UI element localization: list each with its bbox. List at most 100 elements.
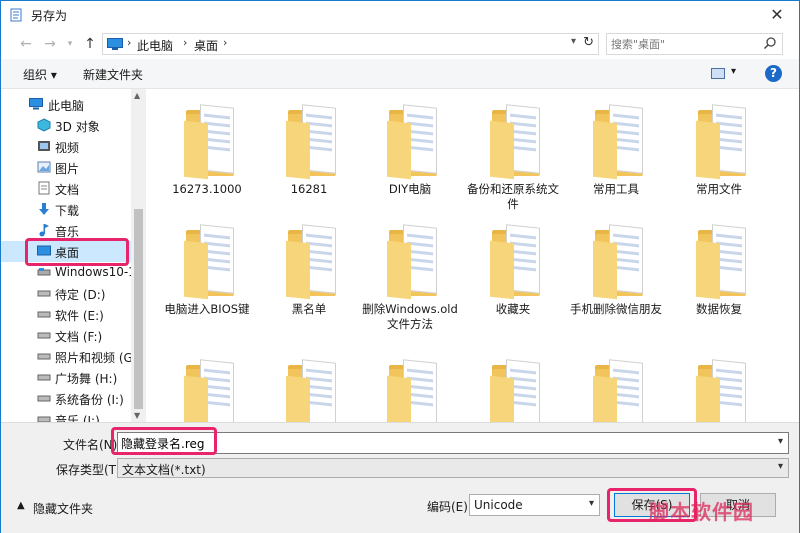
filetype-value: 文本文档(*.txt)	[122, 463, 206, 477]
folder-item[interactable]	[566, 349, 666, 422]
folder-icon	[182, 104, 238, 180]
hide-folders-label: 隐藏文件夹	[33, 502, 94, 516]
chevron-down-icon: ▾	[67, 39, 73, 49]
chevron-down-icon: ▾	[588, 498, 594, 509]
folder-item[interactable]: 电脑进入BIOS键	[157, 214, 257, 334]
nav-item-drive-i[interactable]: 系统备份 (I:)	[1, 388, 131, 409]
nav-scrollbar[interactable]: ▲ ▼	[131, 89, 146, 422]
view-options-icon[interactable]	[711, 68, 725, 79]
folder-item[interactable]	[669, 349, 769, 422]
filename-field[interactable]: ▾	[117, 432, 789, 454]
search-input[interactable]	[611, 36, 761, 52]
chevron-down-icon[interactable]: ▾	[778, 436, 783, 447]
folder-name: DIY电脑	[388, 182, 432, 196]
folder-item[interactable]: 常用工具	[566, 94, 666, 214]
new-folder-button[interactable]: 新建文件夹	[83, 66, 143, 83]
nav-item-documents[interactable]: 文档	[1, 178, 131, 199]
folder-name: 电脑进入BIOS键	[164, 302, 250, 316]
back-button[interactable]: ←	[17, 35, 35, 53]
folder-name: 备份和还原系统文件	[467, 182, 559, 211]
chevron-down-icon: ▾	[777, 461, 783, 472]
download-icon	[39, 203, 49, 215]
drive-icon	[37, 416, 51, 422]
nav-item-videos[interactable]: 视频	[1, 136, 131, 157]
nav-item-drive-d[interactable]: 待定 (D:)	[1, 283, 131, 304]
nav-item-label: 文档	[55, 183, 80, 197]
folder-item[interactable]: 手机删除微信朋友	[566, 214, 666, 334]
folder-item[interactable]: DIY电脑	[360, 94, 460, 214]
folder-icon	[182, 224, 238, 300]
folder-item[interactable]: 数据恢复	[669, 214, 769, 334]
address-bar[interactable]: › 此电脑 › 桌面 › ▾ ↻	[102, 33, 599, 55]
folder-item[interactable]: 收藏夹	[463, 214, 563, 334]
highlight-filename	[111, 427, 217, 455]
nav-item-downloads[interactable]: 下载	[1, 199, 131, 220]
nav-item-drive-e[interactable]: 软件 (E:)	[1, 304, 131, 325]
forward-button[interactable]: →	[41, 35, 59, 53]
scroll-down-icon[interactable]: ▼	[134, 411, 140, 420]
cube-icon	[37, 118, 51, 132]
folder-item[interactable]: 16281	[259, 94, 359, 214]
breadcrumb-this-pc[interactable]: 此电脑	[137, 37, 173, 54]
arrow-right-icon: →	[44, 36, 56, 52]
folder-item[interactable]	[157, 349, 257, 422]
drive-icon	[37, 268, 51, 276]
folder-item[interactable]: 常用文件	[669, 94, 769, 214]
folder-name: 16281	[290, 182, 328, 196]
encoding-label: 编码(E):	[427, 500, 472, 514]
view-dropdown-icon[interactable]: ▾	[731, 66, 736, 77]
filetype-select[interactable]: 文本文档(*.txt) ▾	[117, 458, 789, 478]
folder-item[interactable]	[463, 349, 563, 422]
folder-item[interactable]	[259, 349, 359, 422]
picture-icon	[37, 161, 51, 173]
folder-item[interactable]: 16273.1000	[157, 94, 257, 214]
folder-icon	[694, 224, 750, 300]
nav-item-pictures[interactable]: 图片	[1, 157, 131, 178]
nav-item-drive-j[interactable]: 音乐 (J:)	[1, 409, 131, 422]
folder-item[interactable]: 黑名单	[259, 214, 359, 334]
close-button[interactable]: ✕	[755, 1, 799, 29]
search-box[interactable]	[606, 33, 783, 55]
file-list: 16273.1000 16281 DIY电脑 备份和还原系统文件 常用工具 常用文件电脑进…	[149, 89, 799, 422]
breadcrumb-desktop[interactable]: 桌面	[194, 37, 218, 54]
up-button[interactable]: ↑	[81, 35, 99, 53]
folder-name: 删除Windows.old文件方法	[362, 302, 458, 331]
folder-icon	[488, 104, 544, 180]
command-bar: 组织 ▾ 新建文件夹 ▾ ?	[1, 59, 799, 89]
nav-item-label: 待定 (D:)	[55, 288, 106, 302]
nav-item-drive-h[interactable]: 广场舞 (H:)	[1, 367, 131, 388]
scrollbar-thumb[interactable]	[134, 209, 143, 409]
refresh-icon[interactable]: ↻	[583, 35, 594, 50]
recent-locations-button[interactable]: ▾	[61, 35, 79, 53]
folder-name: 黑名单	[291, 302, 327, 316]
folder-item[interactable]: 删除Windows.old文件方法	[360, 214, 460, 334]
folder-icon	[488, 224, 544, 300]
folder-icon	[488, 359, 544, 422]
folder-item[interactable]	[360, 349, 460, 422]
nav-item-label: 照片和视频 (G:)	[55, 351, 142, 365]
folder-icon	[182, 359, 238, 422]
nav-item-label: 3D 对象	[55, 120, 100, 134]
folder-icon	[694, 359, 750, 422]
arrow-left-icon: ←	[20, 36, 32, 52]
folder-item[interactable]: 备份和还原系统文件	[463, 94, 563, 214]
help-icon[interactable]: ?	[765, 65, 782, 82]
encoding-select[interactable]: Unicode ▾	[469, 494, 600, 516]
nav-item-drive-f[interactable]: 文档 (F:)	[1, 325, 131, 346]
nav-item-this-pc[interactable]: 此电脑	[1, 94, 131, 115]
filetype-label: 保存类型(T):	[56, 463, 125, 477]
scroll-up-icon[interactable]: ▲	[134, 91, 140, 100]
address-dropdown-icon[interactable]: ▾	[571, 36, 576, 47]
video-icon	[38, 141, 50, 151]
watermark-text: 脚本软件园	[649, 500, 754, 524]
folder-icon	[284, 104, 340, 180]
encoding-value: Unicode	[474, 498, 523, 512]
nav-item-drive-g[interactable]: 照片和视频 (G:)	[1, 346, 142, 367]
nav-item-3d-objects[interactable]: 3D 对象	[1, 115, 131, 136]
arrow-up-icon: ↑	[84, 36, 96, 52]
nav-item-label: 视频	[55, 141, 80, 155]
nav-item-label: 文档 (F:)	[55, 330, 103, 344]
organize-button[interactable]: 组织 ▾	[23, 66, 57, 83]
nav-item-label: 此电脑	[48, 99, 85, 113]
drive-icon	[37, 311, 51, 318]
